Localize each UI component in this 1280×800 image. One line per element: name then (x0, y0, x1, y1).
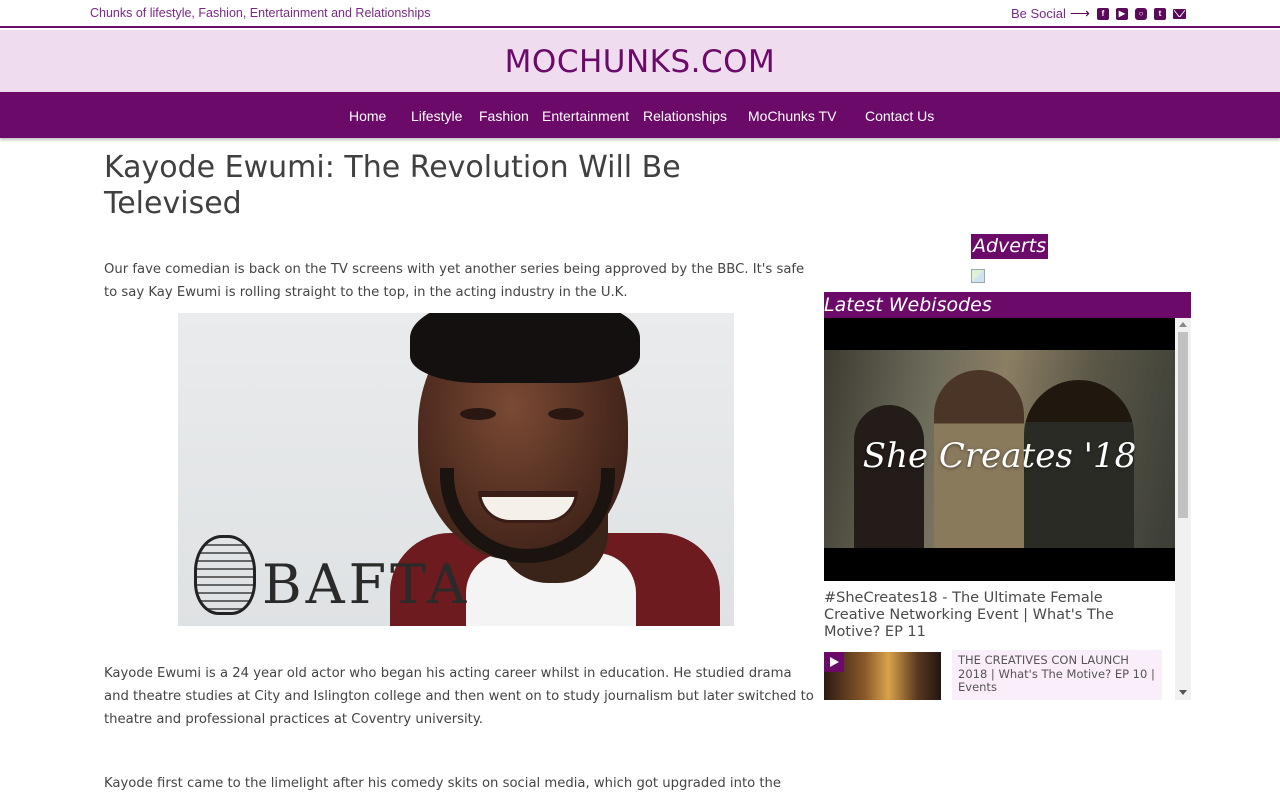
nav-item-relationships[interactable]: Relationships (643, 108, 727, 124)
play-icon[interactable] (824, 652, 844, 672)
article-paragraph: Kayode Ewumi is a 24 year old actor who … (104, 666, 814, 727)
video-title[interactable]: #SheCreates18 - The Ultimate Female Crea… (824, 590, 1164, 641)
nav-item-contact-us[interactable]: Contact Us (865, 108, 934, 124)
video-figure (854, 405, 924, 548)
article-title: Kayode Ewumi: The Revolution Will Be Tel… (104, 150, 681, 221)
playlist-item-title[interactable]: THE CREATIVES CON LAUNCH 2018 | What's T… (952, 650, 1162, 700)
widget-scrollbar[interactable] (1175, 318, 1191, 700)
hero-eye (460, 408, 496, 420)
hero-hair (410, 313, 640, 383)
site-logo[interactable]: MOCHUNKS.COM (0, 44, 1280, 80)
article-paragraph: Our fave comedian is back on the TV scre… (104, 262, 805, 300)
arrow-right-icon: ⟶ (1069, 5, 1090, 21)
article-paragraph: Kayode first came to the limelight after… (104, 776, 782, 791)
hero-eye (548, 408, 584, 420)
article-hero-image: BAFTA (178, 313, 734, 626)
email-icon[interactable] (1173, 8, 1186, 19)
nav-item-home[interactable]: Home (349, 108, 386, 124)
playlist-item[interactable]: THE CREATIVES CON LAUNCH 2018 | What's T… (824, 650, 1162, 700)
scrollbar-thumb[interactable] (1178, 332, 1188, 518)
top-bar: Chunks of lifestyle, Fashion, Entertainm… (0, 0, 1280, 28)
nav-item-fashion[interactable]: Fashion (479, 108, 529, 124)
scroll-down-icon[interactable] (1179, 690, 1187, 695)
bafta-mask-icon (194, 535, 256, 615)
nav-item-entertainment[interactable]: Entertainment (542, 108, 629, 124)
social-label: Be Social (1011, 6, 1066, 21)
site-header: MOCHUNKS.COM (0, 30, 1280, 92)
latest-webisodes-heading: Latest Webisodes (824, 292, 1191, 318)
youtube-icon[interactable]: ▶ (1116, 7, 1128, 20)
video-player[interactable]: She Creates '18 (824, 318, 1175, 581)
adverts-heading: Adverts (971, 234, 1049, 259)
main-nav: Home Lifestyle Fashion Entertainment Rel… (0, 92, 1280, 138)
bafta-logo-text: BAFTA (262, 553, 471, 616)
nav-item-lifestyle[interactable]: Lifestyle (411, 108, 462, 124)
nav-item-mochunks-tv[interactable]: MoChunks TV (748, 108, 836, 124)
scroll-up-icon[interactable] (1179, 322, 1187, 327)
webisodes-widget: She Creates '18 #SheCreates18 - The Ulti… (824, 318, 1191, 700)
instagram-icon[interactable]: ○ (1135, 7, 1147, 20)
broken-image-icon (971, 269, 985, 283)
facebook-icon[interactable]: f (1097, 7, 1109, 20)
twitter-icon[interactable]: t (1154, 7, 1166, 20)
site-tagline: Chunks of lifestyle, Fashion, Entertainm… (90, 6, 431, 20)
social-links: Be Social ⟶ f ▶ ○ t (1011, 5, 1186, 22)
video-overlay-text: She Creates '18 (862, 436, 1137, 476)
